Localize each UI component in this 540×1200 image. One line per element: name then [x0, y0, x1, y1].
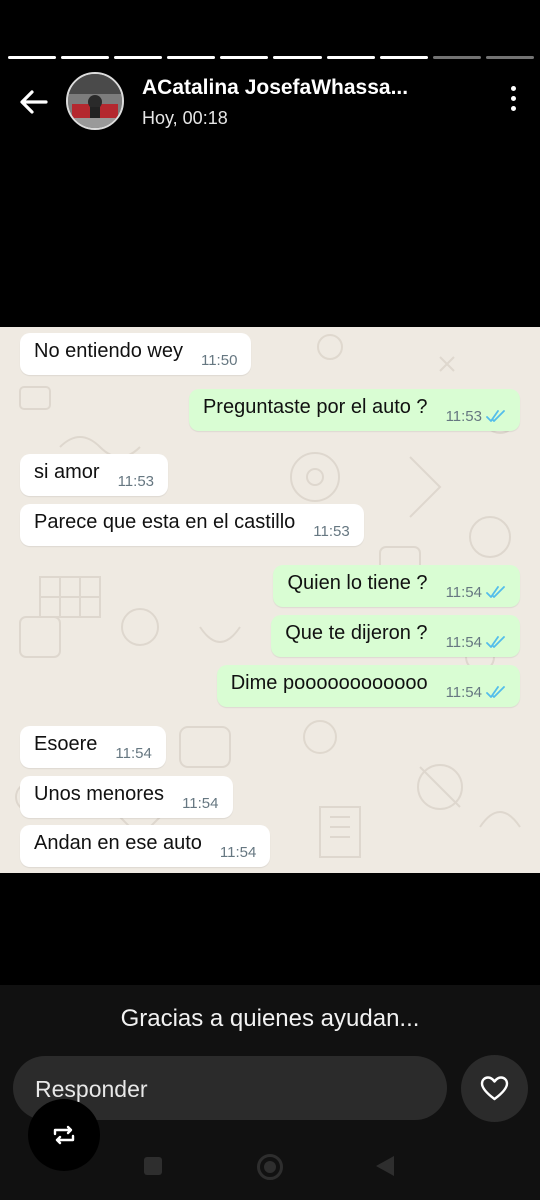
progress-segment [61, 56, 110, 59]
incoming-message: si amor 11:53 [20, 454, 169, 496]
progress-segment [432, 56, 481, 59]
message-text: Quien lo tiene ? [287, 571, 428, 594]
more-vertical-icon [510, 86, 516, 91]
progress-segment [273, 56, 322, 59]
arrow-left-icon [20, 90, 48, 114]
story-progress-bar [8, 56, 534, 59]
incoming-message: Parece que esta en el castillo 11:53 [20, 504, 364, 546]
message-time: 11:54 [219, 843, 257, 861]
incoming-message: No entiendo wey 11:50 [20, 333, 252, 375]
chat-screenshot: No entiendo wey 11:50 Preguntaste por el a… [0, 327, 540, 873]
progress-segment [220, 56, 269, 59]
incoming-message: Esoere 11:54 [20, 726, 166, 768]
message-time: 11:53 [313, 522, 350, 540]
message-text: Preguntaste por el auto ? [202, 395, 428, 418]
message-text: Parece que esta en el castillo [34, 510, 296, 533]
message-text: No entiendo wey [34, 339, 183, 362]
outgoing-message: Que te dijeron ? 11:54 [271, 615, 520, 657]
incoming-message: Andan en ese auto 11:54 [20, 825, 271, 867]
message-time: 11:54 [445, 633, 482, 651]
message-time: 11:53 [117, 472, 155, 490]
circle-icon[interactable] [257, 1154, 283, 1180]
more-options-button[interactable] [508, 86, 518, 116]
double-check-icon [486, 686, 505, 698]
triangle-back-icon[interactable] [376, 1156, 394, 1176]
back-button[interactable] [16, 84, 52, 120]
message-time: 11:54 [445, 583, 482, 601]
progress-segment [8, 56, 57, 59]
progress-segment [379, 56, 428, 59]
avatar[interactable] [66, 72, 124, 130]
square-icon[interactable] [144, 1157, 162, 1175]
message-text: Que te dijeron ? [285, 621, 428, 644]
like-button[interactable] [461, 1055, 528, 1122]
message-time: 11:54 [115, 744, 152, 762]
story-timestamp: Hoy, 00:18 [142, 108, 228, 128]
heart-icon [480, 1076, 509, 1101]
message-time: 11:54 [445, 683, 482, 701]
message-text: Unos menores [34, 782, 165, 805]
double-check-icon [486, 586, 505, 598]
contact-name[interactable]: ACatalina JosefaWhassa... [142, 76, 408, 100]
message-time: 11:53 [445, 407, 482, 425]
progress-segment [485, 56, 534, 59]
avatar-image [68, 74, 122, 128]
message-text: Esoere [34, 732, 98, 755]
message-time: 11:54 [182, 794, 219, 812]
story-caption: Gracias a quienes ayudan... [120, 1005, 420, 1032]
message-text: Andan en ese auto [34, 831, 202, 854]
outgoing-message: Dime poooooooooooo 11:54 [216, 665, 520, 707]
message-text: si amor [34, 460, 100, 483]
reply-placeholder: Responder [35, 1076, 148, 1102]
reply-panel: Gracias a quienes ayudan... Responder [0, 985, 540, 1200]
incoming-message: Unos menores 11:54 [20, 776, 233, 818]
progress-segment [114, 56, 163, 59]
double-check-icon [486, 410, 505, 422]
story-header: ACatalina JosefaWhassa... Hoy, 00:18 [0, 70, 540, 130]
double-check-icon [486, 636, 505, 648]
outgoing-message: Quien lo tiene ? 11:54 [273, 565, 520, 607]
message-time: 11:50 [200, 351, 238, 369]
progress-segment [326, 56, 375, 59]
progress-segment [167, 56, 216, 59]
message-text: Dime poooooooooooo [230, 671, 428, 694]
repost-icon [53, 1125, 75, 1145]
outgoing-message: Preguntaste por el auto ? 11:53 [188, 389, 520, 431]
system-navigation-bar [0, 1151, 540, 1181]
